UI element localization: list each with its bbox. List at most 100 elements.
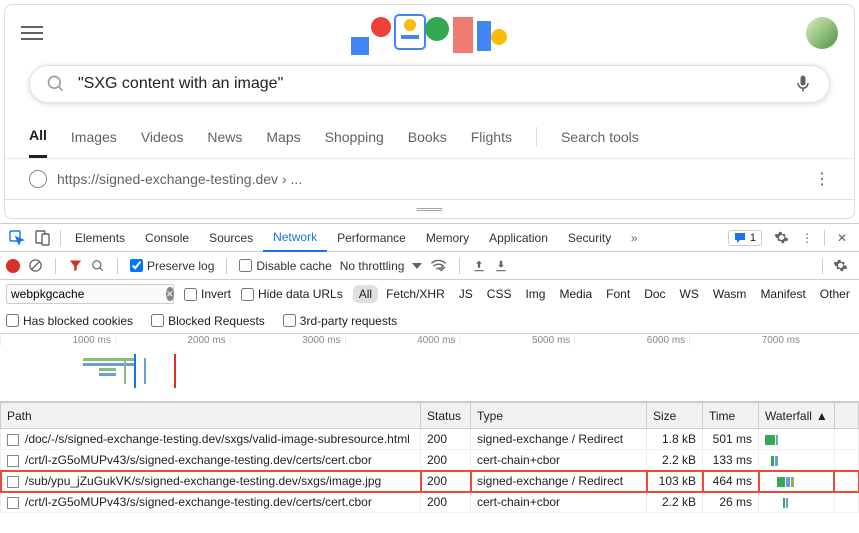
col-type[interactable]: Type xyxy=(471,403,647,429)
globe-icon xyxy=(29,170,47,188)
cell-size: 103 kB xyxy=(647,471,703,492)
invert-checkbox[interactable] xyxy=(184,288,197,301)
tab-flights[interactable]: Flights xyxy=(471,117,512,157)
type-filter-fetchxhr[interactable]: Fetch/XHR xyxy=(380,285,451,303)
tab-elements[interactable]: Elements xyxy=(65,225,135,251)
timeline-mark: 7000 ms xyxy=(689,334,804,346)
blocked-requests-checkbox[interactable] xyxy=(151,314,164,327)
type-filter-ws[interactable]: WS xyxy=(674,285,705,303)
table-row[interactable]: /sub/ypu_jZuGukVK/s/signed-exchange-test… xyxy=(1,471,859,492)
kebab-icon[interactable]: ⋮ xyxy=(794,225,820,251)
type-filter-font[interactable]: Font xyxy=(600,285,636,303)
timeline-mark: 6000 ms xyxy=(574,334,689,346)
inspect-icon[interactable] xyxy=(4,225,30,251)
network-toolbar: Preserve log Disable cache No throttling xyxy=(0,252,859,280)
filter-input[interactable] xyxy=(11,287,166,301)
swap-icon xyxy=(7,434,19,446)
more-tabs-icon[interactable]: » xyxy=(621,225,647,251)
cell-time: 133 ms xyxy=(703,450,759,471)
type-filter-js[interactable]: JS xyxy=(453,285,479,303)
col-time[interactable]: Time xyxy=(703,403,759,429)
download-icon[interactable] xyxy=(494,259,508,273)
timeline-mark: 3000 ms xyxy=(230,334,345,346)
disable-cache-label: Disable cache xyxy=(256,259,331,273)
tab-images[interactable]: Images xyxy=(71,117,117,157)
type-filter-media[interactable]: Media xyxy=(553,285,598,303)
cell-waterfall xyxy=(759,450,835,471)
type-filter-css[interactable]: CSS xyxy=(481,285,518,303)
cell-size: 2.2 kB xyxy=(647,492,703,513)
search-icon[interactable] xyxy=(91,259,105,273)
network-timeline[interactable]: 1000 ms2000 ms3000 ms4000 ms5000 ms6000 … xyxy=(0,334,859,402)
blocked-cookies-checkbox[interactable] xyxy=(6,314,19,327)
cell-status: 200 xyxy=(421,492,471,513)
browser-content: All Images Videos News Maps Shopping Boo… xyxy=(4,4,855,219)
close-icon[interactable]: ✕ xyxy=(829,225,855,251)
search-input[interactable] xyxy=(78,75,793,93)
type-filter-all[interactable]: All xyxy=(353,285,378,303)
table-row[interactable]: /crt/l-zG5oMUPv43/s/signed-exchange-test… xyxy=(1,492,859,513)
search-box[interactable] xyxy=(29,65,830,103)
search-result[interactable]: https://signed-exchange-testing.dev › ..… xyxy=(5,159,854,199)
drag-handle[interactable]: ═══ xyxy=(5,199,854,218)
tab-application[interactable]: Application xyxy=(479,225,558,251)
tab-network[interactable]: Network xyxy=(263,224,327,252)
tab-news[interactable]: News xyxy=(207,117,242,157)
col-path[interactable]: Path xyxy=(1,403,421,429)
network-filter-row: ✕ Invert Hide data URLs AllFetch/XHRJSCS… xyxy=(0,280,859,308)
chevron-down-icon[interactable] xyxy=(412,263,422,269)
swap-icon xyxy=(7,476,19,488)
mic-icon[interactable] xyxy=(793,74,813,94)
network-conditions-icon[interactable] xyxy=(430,257,447,274)
search-icon xyxy=(46,74,66,94)
gear-icon[interactable] xyxy=(827,253,853,279)
third-party-checkbox[interactable] xyxy=(283,314,296,327)
tab-memory[interactable]: Memory xyxy=(416,225,479,251)
cell-waterfall xyxy=(759,492,835,513)
table-row[interactable]: /crt/l-zG5oMUPv43/s/signed-exchange-test… xyxy=(1,450,859,471)
tab-performance[interactable]: Performance xyxy=(327,225,416,251)
record-button[interactable] xyxy=(6,259,20,273)
col-waterfall[interactable]: Waterfall▲ xyxy=(759,403,835,429)
tab-console[interactable]: Console xyxy=(135,225,199,251)
cell-status: 200 xyxy=(421,429,471,450)
col-status[interactable]: Status xyxy=(421,403,471,429)
hide-data-urls-checkbox[interactable] xyxy=(241,288,254,301)
col-size[interactable]: Size xyxy=(647,403,703,429)
clear-filter-icon[interactable]: ✕ xyxy=(166,287,174,301)
warnings-badge[interactable]: 1 xyxy=(728,230,762,246)
filter-icon[interactable] xyxy=(68,258,83,273)
type-filter-img[interactable]: Img xyxy=(519,285,551,303)
google-doodle[interactable] xyxy=(351,7,509,60)
device-icon[interactable] xyxy=(30,225,56,251)
third-party-label: 3rd-party requests xyxy=(300,314,397,328)
clear-icon[interactable] xyxy=(28,258,43,273)
timeline-mark: 5000 ms xyxy=(459,334,574,346)
table-row[interactable]: /doc/-/s/signed-exchange-testing.dev/sxg… xyxy=(1,429,859,450)
swap-icon xyxy=(7,497,19,509)
tab-security[interactable]: Security xyxy=(558,225,621,251)
tab-shopping[interactable]: Shopping xyxy=(325,117,384,157)
type-filter-other[interactable]: Other xyxy=(814,285,856,303)
throttling-select[interactable]: No throttling xyxy=(340,259,405,273)
search-nav-tabs: All Images Videos News Maps Shopping Boo… xyxy=(5,115,854,159)
preserve-log-checkbox[interactable] xyxy=(130,259,143,272)
cell-size: 1.8 kB xyxy=(647,429,703,450)
upload-icon[interactable] xyxy=(472,259,486,273)
menu-icon[interactable] xyxy=(21,22,43,44)
cell-time: 501 ms xyxy=(703,429,759,450)
type-filter-wasm[interactable]: Wasm xyxy=(707,285,753,303)
gear-icon[interactable] xyxy=(768,225,794,251)
disable-cache-checkbox[interactable] xyxy=(239,259,252,272)
tab-all[interactable]: All xyxy=(29,115,47,158)
type-filter-manifest[interactable]: Manifest xyxy=(754,285,811,303)
tab-videos[interactable]: Videos xyxy=(141,117,184,157)
search-tools[interactable]: Search tools xyxy=(561,117,639,157)
tab-maps[interactable]: Maps xyxy=(266,117,300,157)
avatar[interactable] xyxy=(806,17,838,49)
timeline-mark: 4000 ms xyxy=(345,334,460,346)
tab-sources[interactable]: Sources xyxy=(199,225,263,251)
tab-books[interactable]: Books xyxy=(408,117,447,157)
more-vert-icon[interactable]: ⋮ xyxy=(814,169,830,189)
type-filter-doc[interactable]: Doc xyxy=(638,285,671,303)
